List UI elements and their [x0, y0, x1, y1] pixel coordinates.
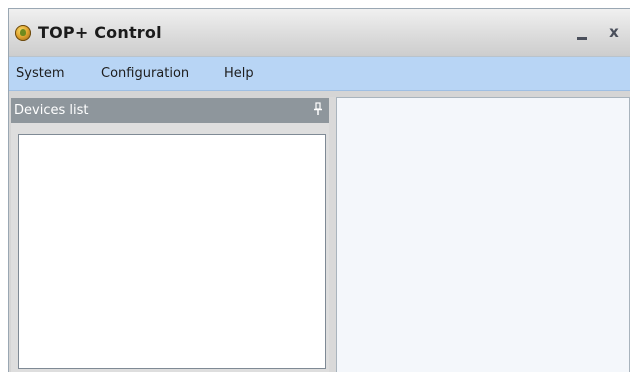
menu-bar: System Configuration Help — [9, 57, 630, 91]
devices-panel: Devices list — [11, 98, 329, 372]
panel-splitter[interactable] — [329, 97, 336, 372]
window-title: TOP+ Control — [38, 23, 162, 42]
devices-panel-header: Devices list — [11, 98, 329, 123]
main-content-panel[interactable] — [336, 97, 630, 372]
menu-configuration[interactable]: Configuration — [101, 66, 189, 81]
menu-system[interactable]: System — [16, 66, 64, 81]
pin-icon[interactable] — [313, 102, 323, 116]
close-button[interactable]: x — [602, 19, 626, 45]
devices-list-box[interactable] — [18, 134, 326, 369]
minimize-icon — [577, 37, 587, 40]
devices-panel-title: Devices list — [14, 103, 89, 118]
menu-help[interactable]: Help — [224, 66, 254, 81]
app-logo-icon — [15, 25, 31, 41]
title-bar[interactable]: TOP+ Control x — [9, 9, 630, 57]
minimize-button[interactable] — [570, 19, 594, 45]
app-window: TOP+ Control x System Configuration Help… — [8, 8, 630, 372]
